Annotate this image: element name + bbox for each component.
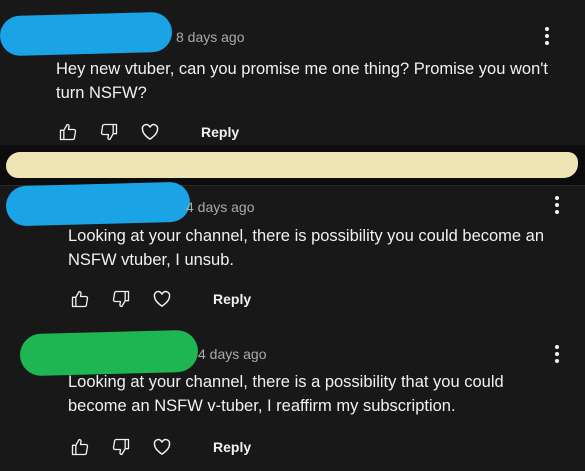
thumbs-down-icon[interactable]: [97, 120, 121, 144]
comment-3: 4 days ago Looking at your channel, ther…: [0, 329, 585, 471]
redacted-username: [0, 11, 173, 57]
more-vert-icon[interactable]: [547, 343, 567, 365]
more-vert-icon[interactable]: [537, 25, 557, 47]
comment-actions: Reply: [68, 287, 251, 311]
comment-1: 8 days ago Hey new vtuber, can you promi…: [0, 0, 585, 145]
reply-button[interactable]: Reply: [213, 291, 251, 307]
reply-button[interactable]: Reply: [201, 124, 239, 140]
comment-2: 4 days ago Looking at your channel, ther…: [0, 181, 585, 326]
comment-text: Hey new vtuber, can you promise me one t…: [56, 60, 548, 102]
thumbs-up-icon[interactable]: [68, 435, 92, 459]
heart-icon[interactable]: [138, 120, 162, 144]
comment-text: Looking at your channel, there is possib…: [68, 227, 545, 269]
comment-time: 4 days ago: [198, 346, 267, 362]
comment-actions: Reply: [68, 435, 251, 459]
comment-time: 8 days ago: [176, 29, 245, 45]
thumbs-down-icon[interactable]: [109, 287, 133, 311]
comment-text: Looking at your channel, there is a poss…: [68, 373, 504, 415]
heart-icon[interactable]: [150, 287, 174, 311]
heart-icon[interactable]: [150, 435, 174, 459]
more-vert-icon[interactable]: [547, 194, 567, 216]
redacted-username: [5, 181, 191, 227]
comment-actions: Reply: [56, 120, 239, 144]
thumbs-down-icon[interactable]: [109, 435, 133, 459]
thumbs-up-icon[interactable]: [68, 287, 92, 311]
reply-button[interactable]: Reply: [213, 439, 251, 455]
thumbs-up-icon[interactable]: [56, 120, 80, 144]
comment-time: 4 days ago: [186, 199, 255, 215]
redacted-strip: [6, 152, 578, 178]
